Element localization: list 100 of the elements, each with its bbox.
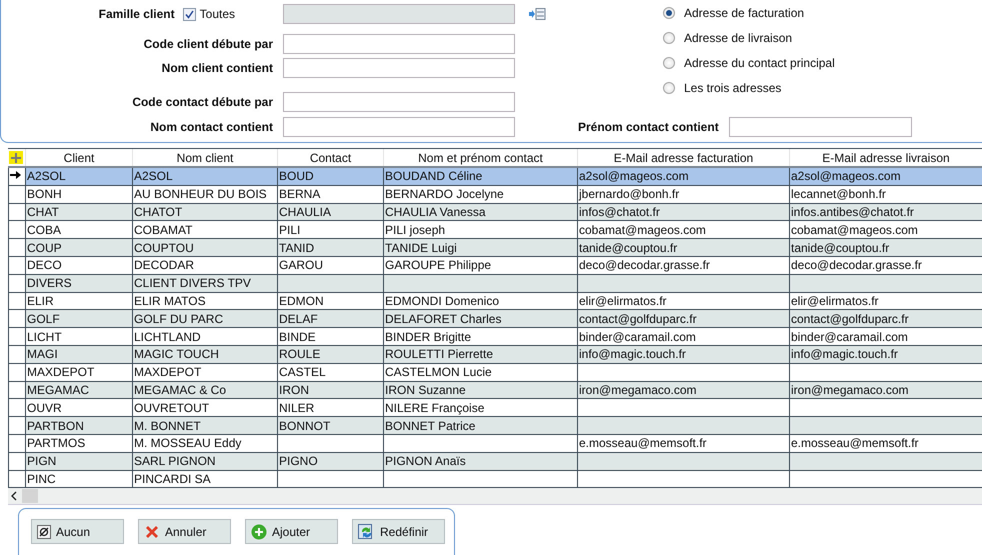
checkbox-label: Toutes	[200, 6, 235, 23]
table-cell: PARTMOS	[26, 434, 132, 452]
column-header[interactable]: E-Mail adresse livraison	[790, 149, 982, 167]
radio-option[interactable]: Adresse du contact principal	[663, 55, 982, 71]
table-row[interactable]: BONH AU BONHEUR DU BOIS BERNA BERNARDO Jocelyne jbernardo@bonh.fr lecannet@bonh.fr	[8, 185, 982, 204]
table-cell: TANID	[278, 238, 384, 256]
table-cell: info@magic.touch.fr	[578, 345, 790, 364]
row-header[interactable]	[8, 203, 26, 221]
table-cell: BERNARDO Jocelyne	[384, 185, 578, 204]
list-icon[interactable]	[529, 8, 546, 20]
table-cell: DELAF	[278, 310, 384, 328]
table-cell: BONNET Patrice	[384, 416, 578, 434]
action-button[interactable]: Annuler	[138, 519, 231, 544]
add-icon	[251, 524, 267, 540]
action-button[interactable]: Ajouter	[245, 519, 338, 544]
table-cell: PARTBON	[26, 416, 132, 434]
scroll-thumb[interactable]	[22, 489, 38, 504]
table-cell: DECO	[26, 256, 132, 274]
row-header[interactable]	[8, 292, 26, 310]
text-field[interactable]	[283, 34, 515, 54]
table-cell: M. BONNET	[132, 416, 278, 434]
text-field[interactable]	[728, 117, 912, 137]
table-row[interactable]: COUP COUPTOU TANID TANIDE Luigi tanide@couptou.fr tanide@couptou.fr	[8, 238, 982, 256]
table-cell: BINDER Brigitte	[384, 328, 578, 346]
table-cell: MAXDEPOT	[26, 363, 132, 382]
table-row[interactable]: GOLF GOLF DU PARC DELAF DELAFORET Charles contact@golfduparc.fr contact@golfduparc.fr	[8, 310, 982, 328]
row-header[interactable]	[8, 310, 26, 328]
table-cell: GAROUPE Philippe	[384, 256, 578, 274]
field-label: Code client débute par	[142, 36, 274, 53]
table-row[interactable]: MAXDEPOT MAXDEPOT CASTEL CASTELMON Lucie	[8, 363, 982, 382]
table-row[interactable]: A2SOL A2SOL BOUD BOUDAND Céline a2sol@mageos.com a2sol@mageos.com	[8, 167, 982, 186]
radio-option[interactable]: Adresse de facturation	[663, 5, 982, 21]
radio-button[interactable]	[663, 7, 675, 19]
table-cell: iron@megamaco.com	[578, 381, 790, 399]
table-cell: ROULE	[278, 345, 384, 364]
row-header[interactable]	[8, 381, 26, 399]
table-cell: CHATOT	[132, 203, 278, 221]
row-header[interactable]	[8, 167, 26, 186]
table-cell: MEGAMAC	[26, 381, 132, 399]
row-header[interactable]	[8, 452, 26, 470]
table-row[interactable]: DIVERS CLIENT DIVERS TPV	[8, 274, 982, 292]
row-header[interactable]	[8, 398, 26, 417]
text-field[interactable]	[283, 92, 515, 112]
arrow-icon	[10, 170, 21, 180]
field-label: Nom contact contient	[149, 119, 274, 136]
table-cell: LICHT	[26, 328, 132, 346]
row-header[interactable]	[8, 434, 26, 452]
table-row[interactable]: DECO DECODAR GAROU GAROUPE Philippe deco@decodar.grasse.fr deco@decodar.grasse.fr	[8, 256, 982, 274]
add-column-icon[interactable]	[8, 151, 22, 164]
column-header[interactable]: E-Mail adresse facturation	[578, 149, 790, 167]
refresh-icon	[358, 524, 375, 540]
row-header[interactable]	[8, 328, 26, 346]
table-row[interactable]: CHAT CHATOT CHAULIA CHAULIA Vanessa infos@chatot.fr infos.antibes@chatot.fr	[8, 203, 982, 221]
table-row[interactable]: PARTBON M. BONNET BONNOT BONNET Patrice	[8, 416, 982, 434]
column-header[interactable]: Nom client	[132, 149, 278, 167]
table-cell: info@magic.touch.fr	[790, 345, 982, 364]
row-header[interactable]	[8, 363, 26, 382]
row-header[interactable]	[8, 185, 26, 204]
radio-option[interactable]: Les trois adresses	[663, 80, 982, 96]
table-row[interactable]: MAGI MAGIC TOUCH ROULE ROULETTI Pierrette info@magic.touch.fr info@magic.touch.fr	[8, 345, 982, 364]
checkbox[interactable]	[182, 8, 196, 20]
row-header[interactable]	[8, 220, 26, 239]
column-header[interactable]: Contact	[278, 149, 384, 167]
action-button[interactable]: Aucun	[31, 519, 124, 544]
row-header[interactable]	[8, 345, 26, 364]
table-cell: contact@golfduparc.fr	[578, 310, 790, 328]
table-cell: PIGN	[26, 452, 132, 470]
table-row[interactable]: PARTMOS M. MOSSEAU Eddy e.mosseau@memsoft.fr e.mosseau@memsoft.fr	[8, 434, 982, 452]
radio-option[interactable]: Adresse de livraison	[663, 30, 982, 46]
table-cell: jbernardo@bonh.fr	[578, 185, 790, 204]
table-cell: a2sol@mageos.com	[790, 167, 982, 186]
row-header[interactable]	[8, 256, 26, 274]
radio-button[interactable]	[663, 32, 675, 44]
action-button[interactable]: Redéfinir	[352, 519, 445, 544]
radio-button[interactable]	[663, 82, 675, 94]
row-header[interactable]	[8, 274, 26, 292]
table-cell: CASTEL	[278, 363, 384, 382]
text-field[interactable]	[283, 58, 515, 78]
table-row[interactable]: MEGAMAC MEGAMAC & Co IRON IRON Suzanne iron@megamaco.com iron@megamaco.com	[8, 381, 982, 399]
table-cell: IRON Suzanne	[384, 381, 578, 399]
empty-set-icon	[37, 524, 51, 539]
table-cell: contact@golfduparc.fr	[790, 310, 982, 328]
column-header[interactable]: Client	[26, 149, 132, 167]
table-cell: COUPTOU	[132, 238, 278, 256]
row-header[interactable]	[8, 416, 26, 434]
horizontal-scrollbar[interactable]	[8, 488, 982, 506]
table-row[interactable]: PIGN SARL PIGNON PIGNO PIGNON Anaïs	[8, 452, 982, 470]
radio-button[interactable]	[663, 57, 675, 69]
table-cell: BONNOT	[278, 416, 384, 434]
text-field[interactable]	[283, 117, 515, 137]
table-cell: binder@caramail.com	[578, 328, 790, 346]
table-cell: iron@megamaco.com	[790, 381, 982, 399]
row-header[interactable]	[8, 470, 26, 488]
field-label: Nom client contient	[160, 60, 274, 77]
table-cell: LICHTLAND	[132, 328, 278, 346]
table-cell: AU BONHEUR DU BOIS	[132, 185, 278, 204]
table-row[interactable]: LICHT LICHTLAND BINDE BINDER Brigitte binder@caramail.com binder@caramail.com	[8, 328, 982, 346]
column-header[interactable]: Nom et prénom contact	[384, 149, 578, 167]
table-cell: A2SOL	[26, 167, 132, 186]
row-header[interactable]	[8, 238, 26, 256]
